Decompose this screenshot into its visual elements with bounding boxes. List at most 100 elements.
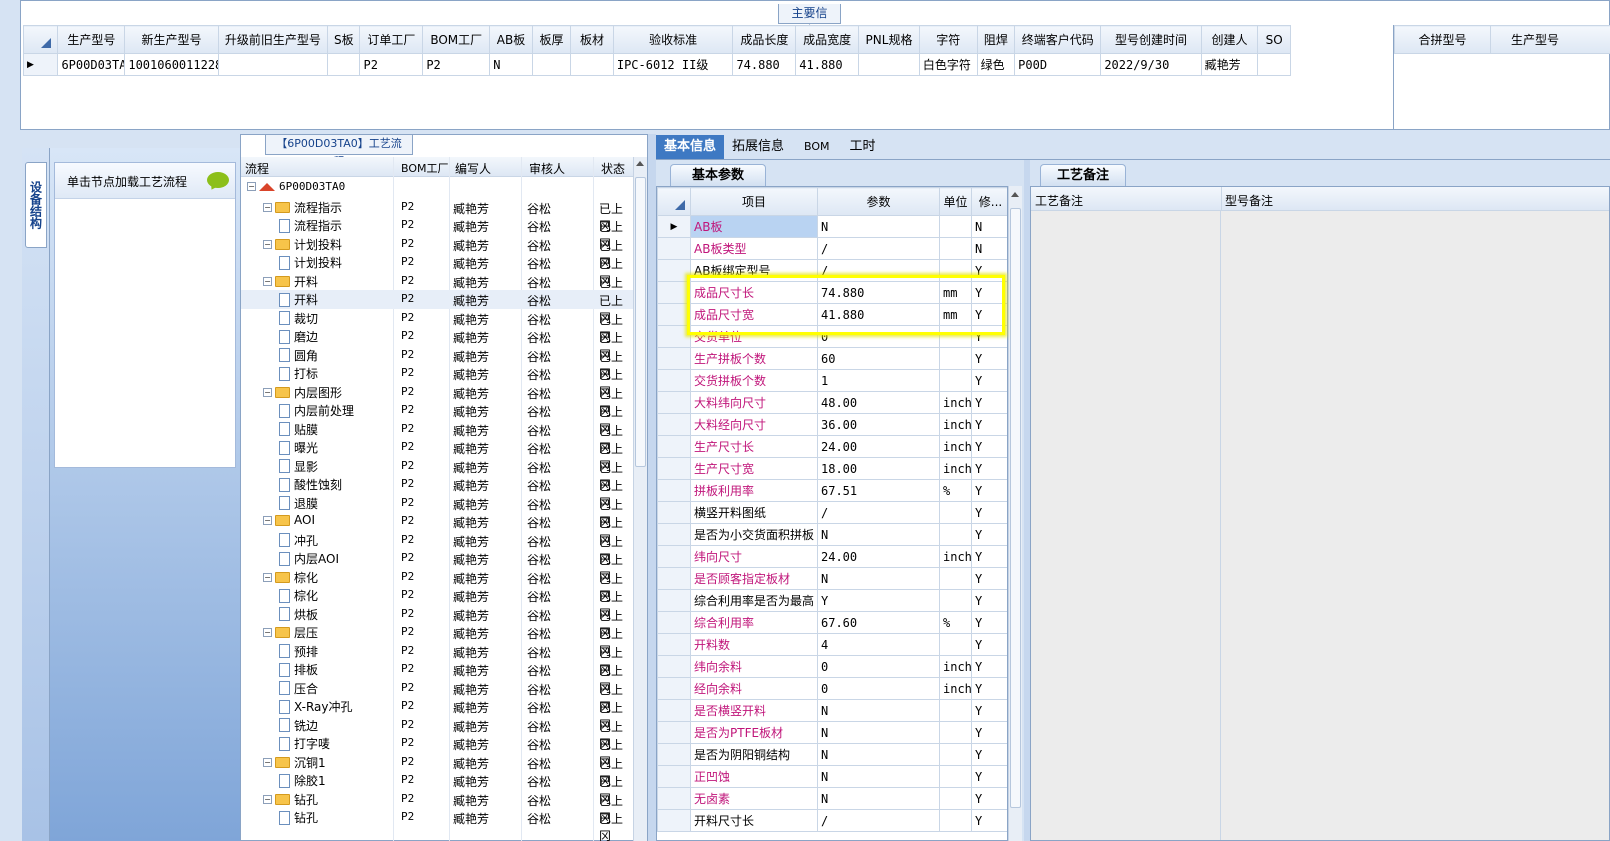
tree-node[interactable]: 磨边 P2 臧艳芳 谷松 已上冈 xyxy=(241,327,633,362)
main-col-6[interactable]: AB板 xyxy=(489,25,533,54)
tree-col-bom[interactable]: BOM工厂 xyxy=(401,160,449,176)
params-scroll-up-arrow[interactable] xyxy=(1011,192,1019,197)
param-value[interactable]: 67.51 xyxy=(817,479,940,502)
param-value[interactable]: N xyxy=(817,523,940,546)
main-cell-3[interactable] xyxy=(327,53,361,76)
collapse-toggle-icon[interactable]: − xyxy=(263,276,272,286)
params-row[interactable]: 无卤素 N Y xyxy=(657,787,1007,810)
tree-col-process[interactable]: 流程 xyxy=(245,160,269,177)
param-value[interactable]: Y xyxy=(817,589,940,612)
main-col-8[interactable]: 板材 xyxy=(570,25,614,54)
tree-node[interactable]: − 钻孔 P2 臧艳芳 谷松 已上冈 xyxy=(241,790,633,825)
tree-col-status[interactable]: 状态 xyxy=(601,160,625,177)
subtab-process-remarks[interactable]: 工艺备注 xyxy=(1040,164,1126,186)
main-cell-13[interactable]: 白色字符 xyxy=(918,53,978,76)
params-row[interactable]: 纬向尺寸 24.00 inch Y xyxy=(657,545,1007,568)
main-col-11[interactable]: 成品宽度 xyxy=(795,25,860,54)
main-col-2[interactable]: 升级前旧生产型号 xyxy=(217,25,329,54)
tree-node[interactable]: 棕化 P2 臧艳芳 谷松 已上冈 xyxy=(241,586,633,621)
param-value[interactable]: 67.60 xyxy=(817,611,940,634)
params-row[interactable]: 是否为小交货面积拼板 N Y xyxy=(657,523,1007,546)
params-row[interactable]: 正凹蚀 N Y xyxy=(657,765,1007,788)
main-col-1[interactable]: 新生产型号 xyxy=(124,25,219,54)
process-remark-area[interactable] xyxy=(1031,211,1221,840)
hint-box[interactable]: 单击节点加载工艺流程 xyxy=(54,162,236,468)
params-row[interactable]: 生产尺寸宽 18.00 inch Y xyxy=(657,457,1007,480)
main-cell-15[interactable]: P00D xyxy=(1014,53,1102,76)
params-row[interactable]: 拼板利用率 67.51% Y xyxy=(657,479,1007,502)
main-cell-14[interactable]: 绿色 xyxy=(976,53,1016,76)
param-value[interactable]: N xyxy=(817,721,940,744)
main-cell-12[interactable] xyxy=(858,53,920,76)
params-row[interactable]: 生产拼板个数 60 Y xyxy=(657,347,1007,370)
param-value[interactable]: 48.00 xyxy=(817,391,940,414)
param-value[interactable]: 24.00 xyxy=(817,435,940,458)
collapse-toggle-icon[interactable]: − xyxy=(247,182,256,191)
main-cell-0[interactable]: 6P00D03TA0 xyxy=(57,53,126,76)
param-value[interactable]: N xyxy=(817,743,940,766)
remark-col-process[interactable]: 工艺备注 xyxy=(1035,192,1083,209)
main-cell-7[interactable] xyxy=(531,53,572,76)
merge-col-model[interactable]: 合拼型号 xyxy=(1394,25,1491,54)
tree-node[interactable]: 铣边 P2 臧艳芳 谷松 已上冈 xyxy=(241,716,633,751)
main-col-13[interactable]: 字符 xyxy=(918,25,978,54)
tab-extended-info[interactable]: 拓展信息 xyxy=(724,135,792,159)
params-scroll-thumb[interactable] xyxy=(1010,208,1021,808)
tree-col-reviewer[interactable]: 审核人 xyxy=(529,160,565,177)
param-value[interactable]: N xyxy=(817,699,940,722)
main-cell-4[interactable]: P2 xyxy=(359,53,424,76)
tree-node[interactable]: 计划投料 P2 臧艳芳 谷松 已上冈 xyxy=(241,253,633,288)
params-row[interactable]: 开料尺寸长 / Y xyxy=(657,809,1007,832)
tree-node[interactable]: −开料P2臧艳芳谷松已上冈 xyxy=(241,272,633,307)
main-cell-17[interactable]: 臧艳芳 xyxy=(1200,53,1259,76)
main-col-4[interactable]: 订单工厂 xyxy=(359,25,424,54)
tree-node[interactable]: 显影 P2 臧艳芳 谷松 已上冈 xyxy=(241,457,633,492)
params-row[interactable]: 经向余料 0 inch Y xyxy=(657,677,1007,700)
main-cell-2[interactable] xyxy=(217,53,329,76)
tree-node[interactable]: 流程指示 P2 臧艳芳 谷松 已上冈 xyxy=(241,216,633,251)
param-value[interactable]: N xyxy=(817,215,940,238)
tree-node[interactable]: 冲孔 P2 臧艳芳 谷松 已上冈 xyxy=(241,531,633,566)
params-row[interactable]: 是否为阴阳铜结构 N Y xyxy=(657,743,1007,766)
tree-node[interactable]: − AOI P2 臧艳芳 谷松 已上冈 xyxy=(241,512,633,547)
tree-node[interactable]: − 内层图形 P2 臧艳芳 谷松 已上冈 xyxy=(241,383,633,418)
main-col-5[interactable]: BOM工厂 xyxy=(422,25,491,54)
main-cell-18[interactable] xyxy=(1257,53,1291,76)
tree-node[interactable]: X-Ray冲孔 P2 臧艳芳 谷松 已上冈 xyxy=(241,697,633,732)
tree-node[interactable]: 除胶1 P2 臧艳芳 谷松 已上冈 xyxy=(241,771,633,806)
tree-node[interactable]: 开料 P2 臧艳芳 谷松 已上冈 xyxy=(241,290,633,325)
scroll-up-arrow[interactable] xyxy=(636,161,644,166)
main-cell-8[interactable] xyxy=(570,53,614,76)
params-col-modify[interactable]: 修... xyxy=(971,187,1007,216)
main-col-12[interactable]: PNL规格 xyxy=(858,25,920,54)
splitter-left[interactable] xyxy=(648,134,656,841)
param-value[interactable]: 60 xyxy=(817,347,940,370)
main-col-17[interactable]: 创建人 xyxy=(1200,25,1259,54)
main-col-18[interactable]: SO xyxy=(1257,25,1291,54)
main-cell-6[interactable]: N xyxy=(489,53,533,76)
remark-col-model[interactable]: 型号备注 xyxy=(1225,192,1273,209)
params-row[interactable]: 生产尺寸长 24.00 inch Y xyxy=(657,435,1007,458)
main-col-10[interactable]: 成品长度 xyxy=(732,25,797,54)
tree-node[interactable]: − 流程指示 P2 臧艳芳 谷松 已上冈 xyxy=(241,198,633,233)
tree-node[interactable]: − 层压 P2 臧艳芳 谷松 已上冈 xyxy=(241,623,633,658)
main-cell-5[interactable]: P2 xyxy=(422,53,491,76)
params-row[interactable]: AB板类型 / N xyxy=(657,237,1007,260)
tree-node[interactable]: − 棕化 P2 臧艳芳 谷松 已上冈 xyxy=(241,568,633,603)
merge-col-production-model[interactable]: 生产型号 xyxy=(1490,25,1610,54)
tree-node[interactable]: 裁切 P2 臧艳芳 谷松 已上冈 xyxy=(241,309,633,344)
tree-node[interactable]: 贴膜 P2 臧艳芳 谷松 已上冈 xyxy=(241,420,633,455)
params-row[interactable]: 综合利用率 67.60% Y xyxy=(657,611,1007,634)
main-col-15[interactable]: 终端客户代码 xyxy=(1014,25,1102,54)
tree-node[interactable]: 打字唛 P2 臧艳芳 谷松 已上冈 xyxy=(241,734,633,769)
tree-node[interactable]: 退膜 P2 臧艳芳 谷松 已上冈 xyxy=(241,494,633,529)
tree-node[interactable]: 内层AOI P2 臧艳芳 谷松 已上冈 xyxy=(241,549,633,584)
params-row[interactable]: 是否横竖开料 N Y xyxy=(657,699,1007,722)
tree-node[interactable]: 曝光 P2 臧艳芳 谷松 已上冈 xyxy=(241,438,633,473)
tree-node[interactable]: − 沉铜1 P2 臧艳芳 谷松 已上冈 xyxy=(241,753,633,788)
collapse-toggle-icon[interactable]: − xyxy=(263,757,272,767)
main-cell-16[interactable]: 2022/9/30 xyxy=(1100,53,1202,76)
collapse-toggle-icon[interactable]: − xyxy=(263,515,272,525)
tree-node[interactable]: 预排 P2 臧艳芳 谷松 已上冈 xyxy=(241,642,633,677)
collapse-toggle-icon[interactable]: − xyxy=(263,202,272,212)
